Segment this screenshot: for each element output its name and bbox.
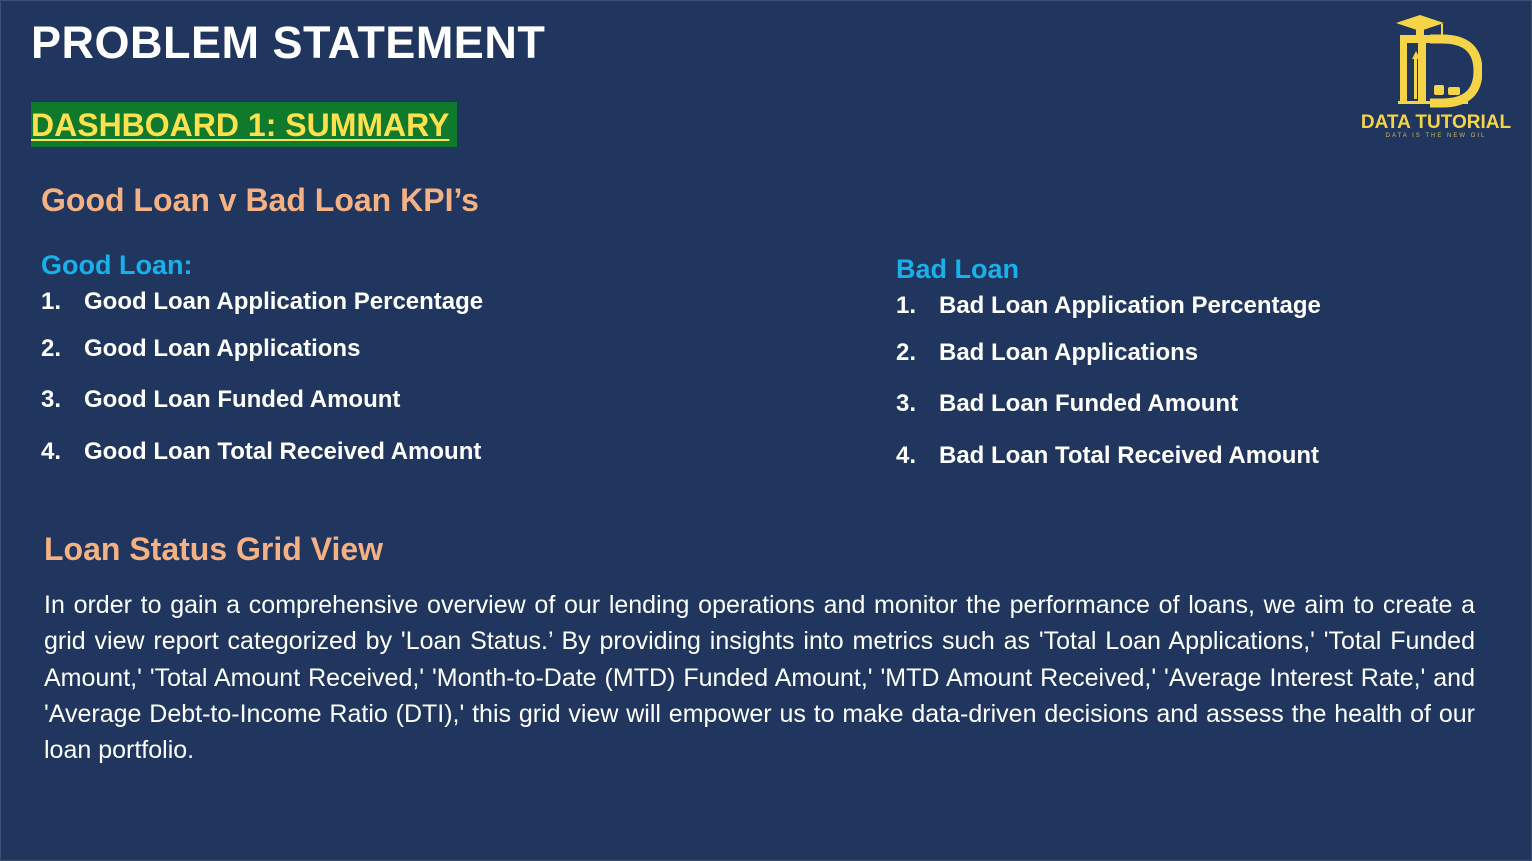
bad-loan-kpi-item: 3. Bad Loan Funded Amount [896, 390, 1238, 418]
good-loan-kpi-item: 2. Good Loan Applications [41, 335, 360, 363]
good-loan-kpi-item: 1. Good Loan Application Percentage [41, 288, 483, 316]
page-title: PROBLEM STATEMENT [31, 17, 546, 68]
good-loan-heading: Good Loan: [41, 250, 193, 280]
bad-loan-kpi-item: 2. Bad Loan Applications [896, 339, 1198, 367]
good-loan-kpi-item: 4. Good Loan Total Received Amount [41, 438, 481, 466]
graduation-cap-logo-icon [1396, 15, 1482, 108]
list-number: 2. [896, 339, 917, 366]
bad-loan-kpi-item: 1. Bad Loan Application Percentage [896, 292, 1321, 320]
list-number: 3. [896, 390, 917, 417]
kpi-section-heading: Good Loan v Bad Loan KPI’s [41, 182, 479, 218]
good-loan-kpi-item: 3. Good Loan Funded Amount [41, 386, 400, 414]
dashboard-label: DASHBOARD 1: SUMMARY [31, 102, 457, 147]
kpi-label: Good Loan Applications [84, 335, 361, 362]
kpi-label: Good Loan Funded Amount [84, 386, 401, 413]
list-number: 3. [41, 386, 62, 413]
kpi-label: Bad Loan Applications [939, 339, 1199, 366]
kpi-label: Bad Loan Application Percentage [939, 292, 1321, 319]
kpi-label: Bad Loan Funded Amount [939, 390, 1239, 417]
list-number: 1. [896, 292, 917, 319]
logo-name: DATA TUTORIAL [1360, 112, 1512, 133]
list-number: 1. [41, 288, 62, 315]
logo-tagline: DATA IS THE NEW OIL [1385, 133, 1487, 139]
grid-section-heading: Loan Status Grid View [44, 531, 384, 567]
logo: DATA TUTORIAL DATA IS THE NEW OIL [1348, 15, 1524, 145]
kpi-label: Bad Loan Total Received Amount [939, 442, 1320, 469]
kpi-label: Good Loan Application Percentage [84, 288, 484, 315]
list-number: 4. [41, 438, 62, 465]
kpi-label: Good Loan Total Received Amount [84, 438, 482, 465]
grid-section-body: In order to gain a comprehensive overvie… [44, 591, 1475, 765]
bad-loan-heading: Bad Loan [896, 254, 1020, 284]
bad-loan-kpi-item: 4. Bad Loan Total Received Amount [896, 442, 1319, 470]
list-number: 2. [41, 335, 62, 362]
list-number: 4. [896, 442, 917, 469]
slide: PROBLEM STATEMENT DASHBOARD 1: SUMMARY D… [0, 0, 1532, 861]
